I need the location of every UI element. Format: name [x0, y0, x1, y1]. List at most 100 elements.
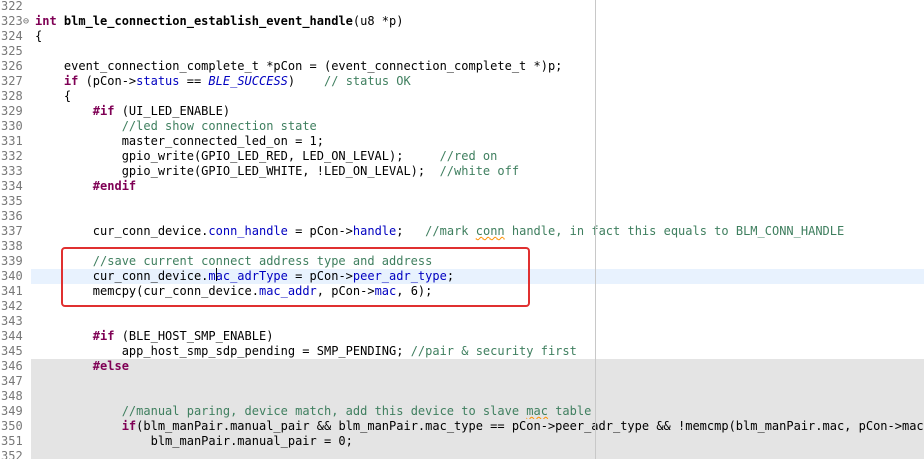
code-token: == — [179, 74, 209, 88]
code-token: //pair & security first — [410, 344, 577, 358]
code-token: #if — [92, 104, 115, 118]
line-number: 339 — [0, 254, 31, 269]
code-token: gpio_write(GPIO_LED_WHITE, !LED_ON_LEVAL… — [35, 164, 440, 178]
code-token: master_connected_led_on = 1; — [35, 134, 324, 148]
code-text: int blm_le_connection_establish_event_ha… — [35, 14, 403, 29]
code-text: #if (UI_LED_ENABLE) — [35, 104, 230, 119]
code-text: event_connection_complete_t *pCon = (eve… — [35, 59, 563, 74]
code-line[interactable]: 336 — [0, 209, 924, 224]
code-text: #if (BLE_HOST_SMP_ENABLE) — [35, 329, 274, 344]
code-token: table — [547, 404, 592, 418]
line-number: 346 — [0, 359, 31, 374]
code-line[interactable]: 331 master_connected_led_on = 1; — [0, 134, 924, 149]
code-token: ) — [287, 74, 325, 88]
code-line[interactable]: 328 { — [0, 89, 924, 104]
code-line[interactable]: 347 — [0, 374, 924, 389]
code-text: cur_conn_device.conn_handle = pCon->hand… — [35, 224, 844, 239]
code-token: conn — [475, 224, 505, 238]
code-token: BLE_SUCCESS — [208, 74, 288, 88]
fold-collapse-icon[interactable]: ⊖ — [23, 14, 33, 29]
code-line[interactable]: 351 blm_manPair.manual_pair = 0; — [0, 434, 924, 449]
code-line[interactable]: 332 gpio_write(GPIO_LED_RED, LED_ON_LEVA… — [0, 149, 924, 164]
code-line[interactable]: 333 gpio_write(GPIO_LED_WHITE, !LED_ON_L… — [0, 164, 924, 179]
code-text: //manual paring, device match, add this … — [35, 404, 592, 419]
code-line[interactable]: 325 — [0, 44, 924, 59]
code-token: = pCon-> — [287, 224, 353, 238]
line-number: 337 — [0, 224, 31, 239]
code-text: { — [35, 29, 42, 44]
code-line[interactable]: 350 if(blm_manPair.manual_pair && blm_ma… — [0, 419, 924, 434]
code-token: (BLE_HOST_SMP_ENABLE) — [114, 329, 274, 343]
code-line[interactable]: 343 — [0, 314, 924, 329]
line-number: 324 — [0, 29, 31, 44]
code-token: cur_conn_device. — [35, 224, 209, 238]
code-line[interactable]: 349 //manual paring, device match, add t… — [0, 404, 924, 419]
code-line[interactable]: 329 #if (UI_LED_ENABLE) — [0, 104, 924, 119]
code-line[interactable]: 337 cur_conn_device.conn_handle = pCon->… — [0, 224, 924, 239]
line-number: 341 — [0, 284, 31, 299]
print-margin-line — [595, 0, 596, 459]
code-line[interactable]: 335 — [0, 194, 924, 209]
code-text: app_host_smp_sdp_pending = SMP_PENDING; … — [35, 344, 577, 359]
code-text: if(blm_manPair.manual_pair && blm_manPai… — [35, 419, 924, 434]
line-number: 344 — [0, 329, 31, 344]
code-token: status — [136, 74, 180, 88]
line-number: 330 — [0, 119, 31, 134]
line-number: 331 — [0, 134, 31, 149]
line-number: 328 — [0, 89, 31, 104]
code-line[interactable]: 323 ⊖ int blm_le_connection_establish_even… — [0, 14, 924, 29]
code-line[interactable]: 326 event_connection_complete_t *pCon = … — [0, 59, 924, 74]
code-text: #endif — [35, 179, 136, 194]
code-token: handle, in fact this equals to BLM_CONN_… — [504, 224, 845, 238]
code-line[interactable]: 330 //led show connection state — [0, 119, 924, 134]
code-text: blm_manPair.manual_pair = 0; — [35, 434, 353, 449]
line-number: 351 — [0, 434, 31, 449]
code-text: #else — [35, 359, 129, 374]
code-token: blm_manPair.manual_pair = 0; — [35, 434, 353, 448]
code-token: mac — [526, 404, 548, 418]
red-highlight-box — [61, 247, 530, 307]
code-editor[interactable]: 322 323 ⊖ int blm_le_connection_establish_e… — [0, 0, 924, 459]
code-line[interactable]: 348 — [0, 389, 924, 404]
code-token: { — [35, 89, 72, 103]
code-text: gpio_write(GPIO_LED_RED, LED_ON_LEVAL); … — [35, 149, 498, 164]
code-token: //mark — [425, 224, 476, 238]
line-number: 329 — [0, 104, 31, 119]
code-text: if (pCon->status == BLE_SUCCESS) // stat… — [35, 74, 411, 89]
code-token: // status OK — [324, 74, 411, 88]
line-number: 345 — [0, 344, 31, 359]
code-text: //led show connection state — [35, 119, 317, 134]
code-line[interactable]: 352 — [0, 449, 924, 459]
code-line[interactable]: 346 #else — [0, 359, 924, 374]
line-number: 343 — [0, 314, 31, 329]
code-token: int — [35, 14, 64, 28]
code-token: event_connection_complete_t *pCon = (eve… — [35, 59, 563, 73]
code-text: gpio_write(GPIO_LED_WHITE, !LED_ON_LEVAL… — [35, 164, 519, 179]
line-number: 333 — [0, 164, 31, 179]
code-line[interactable]: 344 #if (BLE_HOST_SMP_ENABLE) — [0, 329, 924, 344]
code-line[interactable]: 322 — [0, 0, 924, 14]
code-token: (pCon-> — [78, 74, 137, 88]
code-token: //manual paring, device match, add this … — [121, 404, 527, 418]
line-number: 347 — [0, 374, 31, 389]
code-line[interactable]: 334 #endif — [0, 179, 924, 194]
code-token: if — [63, 74, 79, 88]
text-caret — [216, 268, 217, 281]
line-number: 340 — [0, 269, 31, 284]
line-number: 342 — [0, 299, 31, 314]
code-line[interactable]: 324 { — [0, 29, 924, 44]
code-line[interactable]: 327 if (pCon->status == BLE_SUCCESS) // … — [0, 74, 924, 89]
code-token: conn_handle — [208, 224, 288, 238]
line-number: 335 — [0, 194, 31, 209]
line-number: 348 — [0, 389, 31, 404]
code-token: (blm_manPair.manual_pair && blm_manPair.… — [136, 419, 924, 433]
code-line[interactable]: 345 app_host_smp_sdp_pending = SMP_PENDI… — [0, 344, 924, 359]
code-token: handle — [352, 224, 397, 238]
code-token: #endif — [92, 179, 137, 193]
